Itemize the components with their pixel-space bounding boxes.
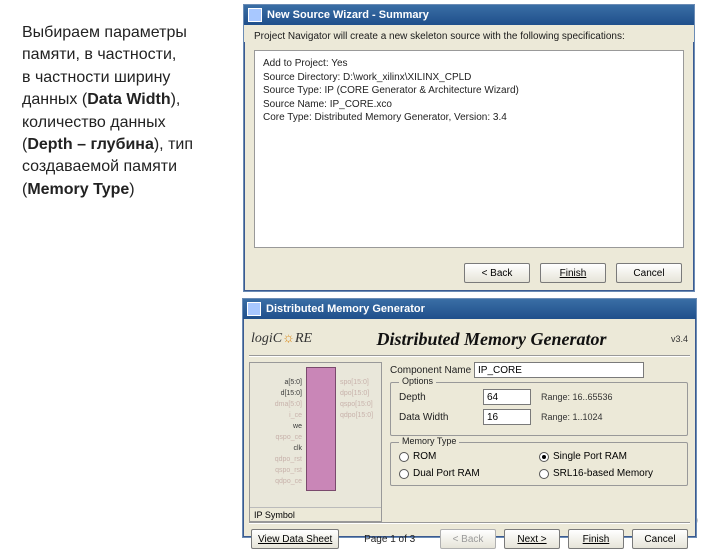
wizard-titlebar[interactable]: New Source Wizard - Summary [244, 5, 694, 25]
pin-label: qdpo_rst [252, 456, 302, 463]
pin-label: qspo_rst [252, 467, 302, 474]
ip-symbol-canvas: a[5:0] d[15:0] dma[5:0] i_ce we qspo_ce … [250, 363, 381, 507]
info-line: Add to Project: Yes [263, 57, 675, 71]
view-datasheet-button[interactable]: View Data Sheet [251, 529, 339, 549]
divider [249, 522, 690, 523]
pin-label: a[5:0] [252, 379, 302, 386]
info-line: Core Type: Distributed Memory Generator,… [263, 111, 675, 125]
pin-label: d[15:0] [252, 390, 302, 397]
wizard-summary-text: Project Navigator will create a new skel… [244, 25, 694, 42]
depth-label: Depth [399, 392, 483, 403]
info-line: Source Directory: D:\work_xilinx\XILINX_… [263, 71, 675, 85]
pin-label: dpo[15:0] [340, 390, 369, 397]
gen-back-button[interactable]: < Back [440, 529, 496, 549]
divider [249, 355, 690, 356]
generator-titlebar[interactable]: Distributed Memory Generator [243, 299, 696, 319]
description-text: Выбираем параметры памяти, в частности, … [22, 22, 222, 201]
memory-generator-window: Distributed Memory Generator logiC☼RE Di… [242, 298, 697, 538]
pin-label: spo[15:0] [340, 379, 369, 386]
radio-dual-port[interactable]: Dual Port RAM [399, 468, 539, 479]
gen-next-button[interactable]: Next > [504, 529, 560, 549]
radio-icon [539, 452, 549, 462]
gen-cancel-button[interactable]: Cancel [632, 529, 688, 549]
info-line: Source Type: IP (CORE Generator & Archit… [263, 84, 675, 98]
window-icon [248, 8, 262, 22]
ip-symbol-tab[interactable]: IP Symbol [250, 507, 381, 521]
wizard-info-box: Add to Project: Yes Source Directory: D:… [254, 50, 684, 248]
logicore-logo: logiC☼RE [251, 331, 312, 347]
radio-icon [399, 452, 409, 462]
memory-type-group: Memory Type ROM Single Port RAM Dual Por… [390, 442, 688, 486]
pin-label: qspo[15:0] [340, 401, 373, 408]
pin-label: i_ce [252, 412, 302, 419]
memory-type-legend: Memory Type [399, 436, 459, 446]
component-name-input[interactable] [474, 362, 644, 378]
pin-label: we [252, 423, 302, 430]
finish-button[interactable]: Finish [540, 263, 606, 283]
depth-range: Range: 16..65536 [541, 392, 613, 402]
gen-finish-button[interactable]: Finish [568, 529, 624, 549]
new-source-wizard-window: New Source Wizard - Summary Project Navi… [243, 4, 695, 292]
wizard-title: New Source Wizard - Summary [267, 9, 429, 21]
pin-label: dma[5:0] [252, 401, 302, 408]
radio-rom[interactable]: ROM [399, 451, 539, 462]
back-button[interactable]: < Back [464, 263, 530, 283]
pin-label: qdpo[15:0] [340, 412, 373, 419]
pin-label: qdpo_ce [252, 478, 302, 485]
component-name-label: Component Name [390, 365, 474, 376]
window-icon [247, 302, 261, 316]
cancel-button[interactable]: Cancel [616, 263, 682, 283]
options-legend: Options [399, 376, 436, 386]
data-width-label: Data Width [399, 412, 483, 423]
info-line: Source Name: IP_CORE.xco [263, 98, 675, 112]
radio-icon [399, 469, 409, 479]
depth-input[interactable] [483, 389, 531, 405]
ip-symbol-panel: a[5:0] d[15:0] dma[5:0] i_ce we qspo_ce … [249, 362, 382, 522]
radio-icon [539, 469, 549, 479]
options-group: Options Depth Range: 16..65536 Data Widt… [390, 382, 688, 436]
pin-label: qspo_ce [252, 434, 302, 441]
generator-options: Component Name Options Depth Range: 16..… [384, 358, 696, 522]
radio-srl16[interactable]: SRL16-based Memory [539, 468, 679, 479]
data-width-range: Range: 1..1024 [541, 412, 603, 422]
pin-label: clk [252, 445, 302, 452]
page-indicator: Page 1 of 3 [347, 534, 432, 545]
chip-body [306, 367, 336, 491]
generator-window-title: Distributed Memory Generator [266, 303, 425, 315]
generator-heading: Distributed Memory Generator [312, 329, 671, 350]
data-width-input[interactable] [483, 409, 531, 425]
radio-single-port[interactable]: Single Port RAM [539, 451, 679, 462]
generator-version: v3.4 [671, 334, 688, 344]
